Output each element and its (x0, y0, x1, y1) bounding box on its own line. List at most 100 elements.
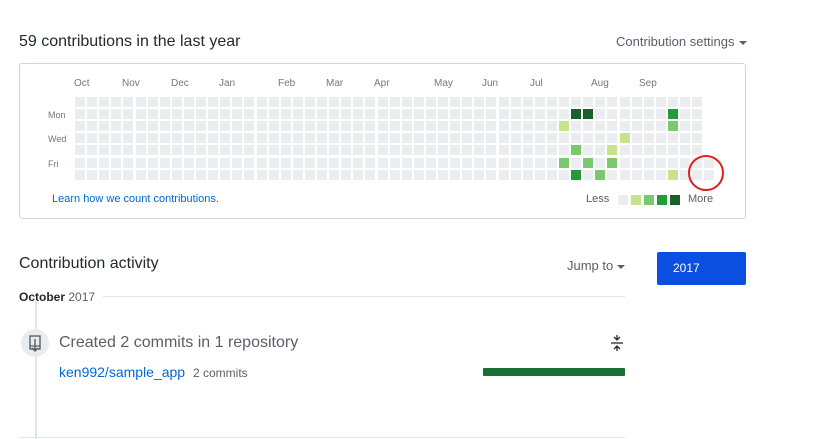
contribution-day[interactable] (462, 145, 473, 156)
contribution-day[interactable] (510, 145, 521, 156)
contribution-day[interactable] (438, 157, 448, 168)
contribution-day[interactable] (692, 133, 703, 144)
contribution-day[interactable] (534, 133, 545, 144)
contribution-day[interactable] (159, 97, 170, 107)
contribution-day[interactable] (268, 169, 279, 180)
contribution-day[interactable] (643, 145, 654, 156)
contribution-day[interactable] (256, 121, 267, 132)
contribution-day[interactable] (232, 109, 243, 120)
contribution-day[interactable] (232, 133, 243, 144)
contribution-day[interactable] (99, 121, 110, 132)
contribution-day[interactable] (680, 133, 690, 144)
contribution-day[interactable] (183, 133, 194, 144)
contribution-day[interactable] (413, 109, 424, 120)
contribution-day[interactable] (619, 169, 630, 180)
contribution-day[interactable] (123, 157, 134, 168)
contribution-day[interactable] (450, 169, 461, 180)
contribution-day[interactable] (498, 145, 509, 156)
contribution-day[interactable] (692, 121, 703, 132)
jump-to-dropdown[interactable]: Jump to (567, 258, 626, 273)
contribution-day[interactable] (692, 145, 703, 156)
contribution-day[interactable] (583, 109, 594, 120)
contribution-day[interactable] (474, 109, 485, 120)
contribution-day[interactable] (171, 133, 182, 144)
contribution-day[interactable] (425, 157, 436, 168)
contribution-day[interactable] (595, 109, 606, 120)
contribution-day[interactable] (401, 121, 412, 132)
contribution-day[interactable] (546, 157, 557, 168)
contribution-day[interactable] (292, 109, 303, 120)
contribution-day[interactable] (280, 133, 291, 144)
contribution-day[interactable] (123, 145, 134, 156)
contribution-day[interactable] (341, 145, 352, 156)
contribution-day[interactable] (389, 169, 400, 180)
contribution-day[interactable] (462, 109, 473, 120)
contribution-day[interactable] (522, 97, 533, 107)
contribution-day[interactable] (631, 145, 642, 156)
contribution-day[interactable] (244, 109, 255, 120)
contribution-day[interactable] (643, 169, 654, 180)
contribution-day[interactable] (183, 121, 194, 132)
contribution-day[interactable] (559, 145, 569, 156)
contribution-day[interactable] (353, 109, 364, 120)
contribution-day[interactable] (450, 157, 461, 168)
contribution-day[interactable] (220, 133, 231, 144)
contribution-day[interactable] (607, 145, 618, 156)
contribution-day[interactable] (559, 109, 569, 120)
contribution-day[interactable] (377, 157, 388, 168)
contribution-day[interactable] (365, 169, 376, 180)
contribution-day[interactable] (232, 145, 243, 156)
contribution-day[interactable] (474, 145, 485, 156)
contribution-day[interactable] (462, 157, 473, 168)
contribution-day[interactable] (607, 169, 618, 180)
contribution-day[interactable] (377, 169, 388, 180)
contribution-day[interactable] (534, 121, 545, 132)
contribution-day[interactable] (680, 109, 690, 120)
contribution-day[interactable] (135, 121, 146, 132)
contribution-day[interactable] (111, 145, 122, 156)
contribution-day[interactable] (655, 97, 666, 107)
contribution-day[interactable] (183, 97, 194, 107)
contribution-day[interactable] (438, 109, 448, 120)
contribution-day[interactable] (425, 133, 436, 144)
contribution-day[interactable] (389, 133, 400, 144)
contribution-day[interactable] (450, 97, 461, 107)
contribution-day[interactable] (268, 157, 279, 168)
contribution-day[interactable] (365, 133, 376, 144)
contribution-day[interactable] (643, 109, 654, 120)
contribution-day[interactable] (244, 157, 255, 168)
contribution-day[interactable] (280, 157, 291, 168)
contribution-day[interactable] (425, 121, 436, 132)
contribution-day[interactable] (595, 97, 606, 107)
contribution-day[interactable] (147, 169, 158, 180)
contribution-day[interactable] (196, 169, 206, 180)
contribution-day[interactable] (292, 133, 303, 144)
contribution-day[interactable] (522, 169, 533, 180)
contribution-day[interactable] (607, 97, 618, 107)
contribution-day[interactable] (87, 97, 98, 107)
contribution-day[interactable] (474, 97, 485, 107)
contribution-day[interactable] (244, 121, 255, 132)
contribution-day[interactable] (413, 121, 424, 132)
contribution-day[interactable] (365, 121, 376, 132)
contribution-day[interactable] (341, 133, 352, 144)
contribution-day[interactable] (268, 145, 279, 156)
contribution-day[interactable] (99, 97, 110, 107)
contribution-day[interactable] (99, 157, 110, 168)
contribution-day[interactable] (87, 121, 98, 132)
contribution-day[interactable] (595, 169, 606, 180)
contribution-day[interactable] (667, 157, 678, 168)
contribution-day[interactable] (329, 121, 340, 132)
contribution-day[interactable] (87, 109, 98, 120)
contribution-day[interactable] (341, 169, 352, 180)
contribution-day[interactable] (571, 109, 582, 120)
contribution-day[interactable] (595, 145, 606, 156)
contribution-day[interactable] (111, 121, 122, 132)
contribution-day[interactable] (135, 145, 146, 156)
contribution-day[interactable] (208, 133, 219, 144)
contribution-day[interactable] (583, 157, 594, 168)
contribution-day[interactable] (498, 121, 509, 132)
contribution-settings-dropdown[interactable]: Contribution settings (616, 34, 747, 49)
contribution-day[interactable] (365, 97, 376, 107)
contribution-day[interactable] (643, 133, 654, 144)
